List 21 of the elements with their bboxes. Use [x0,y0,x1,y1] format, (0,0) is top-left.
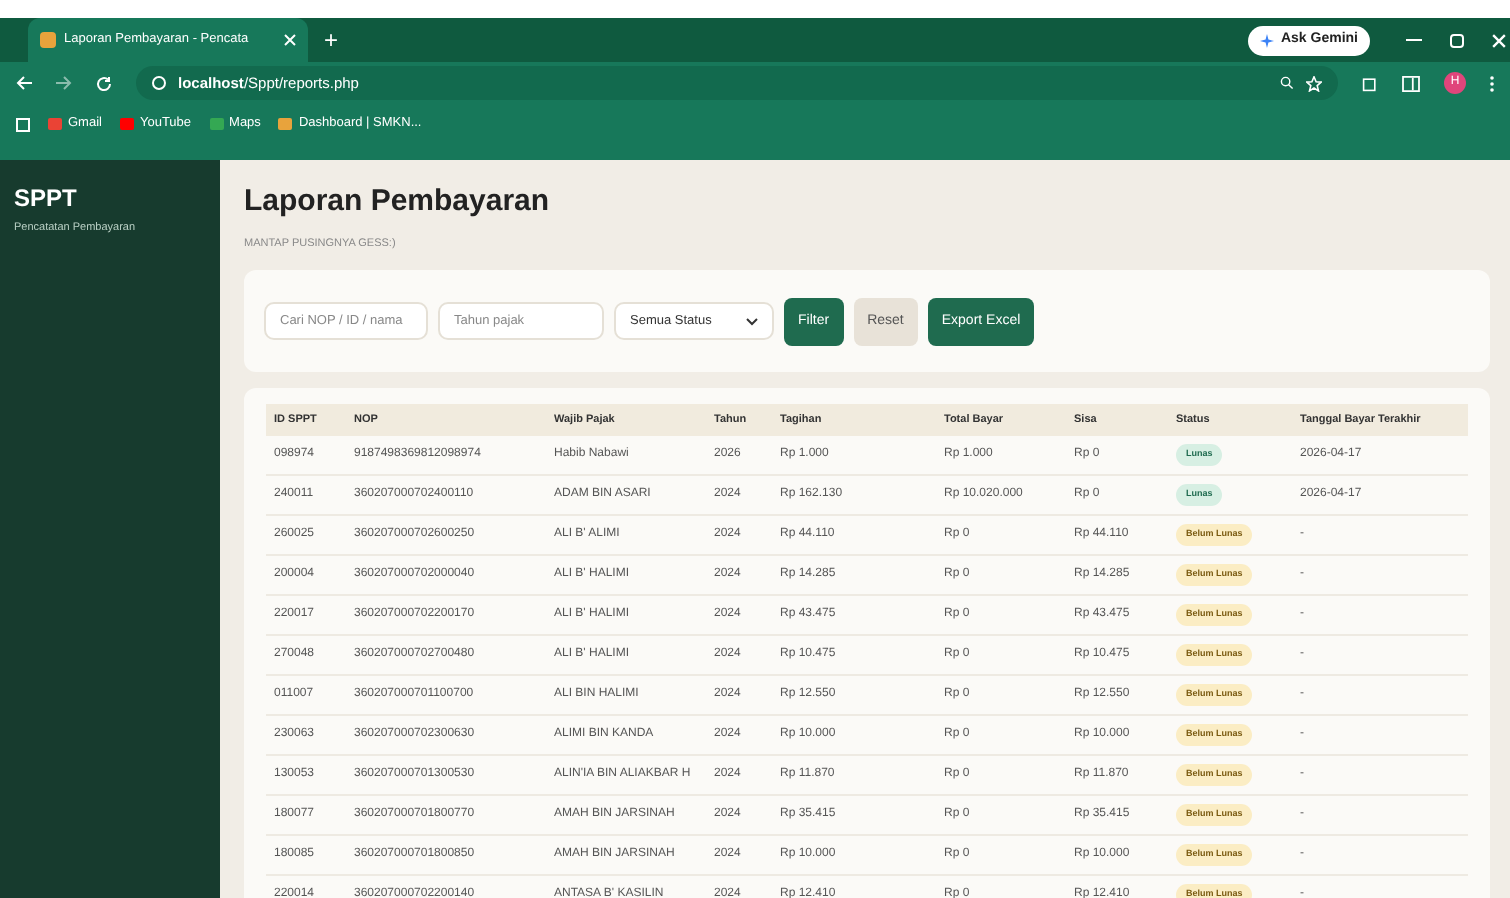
apps-icon[interactable] [16,117,30,131]
chevron-down-icon [746,317,758,326]
restore-icon[interactable] [1450,33,1464,47]
sparkle-icon [1260,33,1275,47]
bookmark-icon [119,118,134,130]
zoom-icon[interactable] [1280,76,1294,90]
favicon-icon [40,32,56,48]
star-icon[interactable] [1306,75,1322,91]
bookmark-icon [48,118,62,130]
bookmark-icon [278,118,293,130]
sidebar-title: SPPT [14,182,79,216]
close-window-icon[interactable] [1492,33,1506,47]
back-arrow-icon[interactable] [16,76,32,90]
reload-icon[interactable] [96,75,112,91]
page-title: Laporan Pembayaran [244,186,552,216]
close-icon[interactable] [284,34,296,46]
sidepanel-icon[interactable] [1402,75,1420,91]
new-tab-button[interactable]: + [324,22,339,58]
forward-arrow-icon[interactable] [56,76,72,90]
bookmark-icon [209,118,224,130]
minimize-icon[interactable] [1406,38,1422,42]
